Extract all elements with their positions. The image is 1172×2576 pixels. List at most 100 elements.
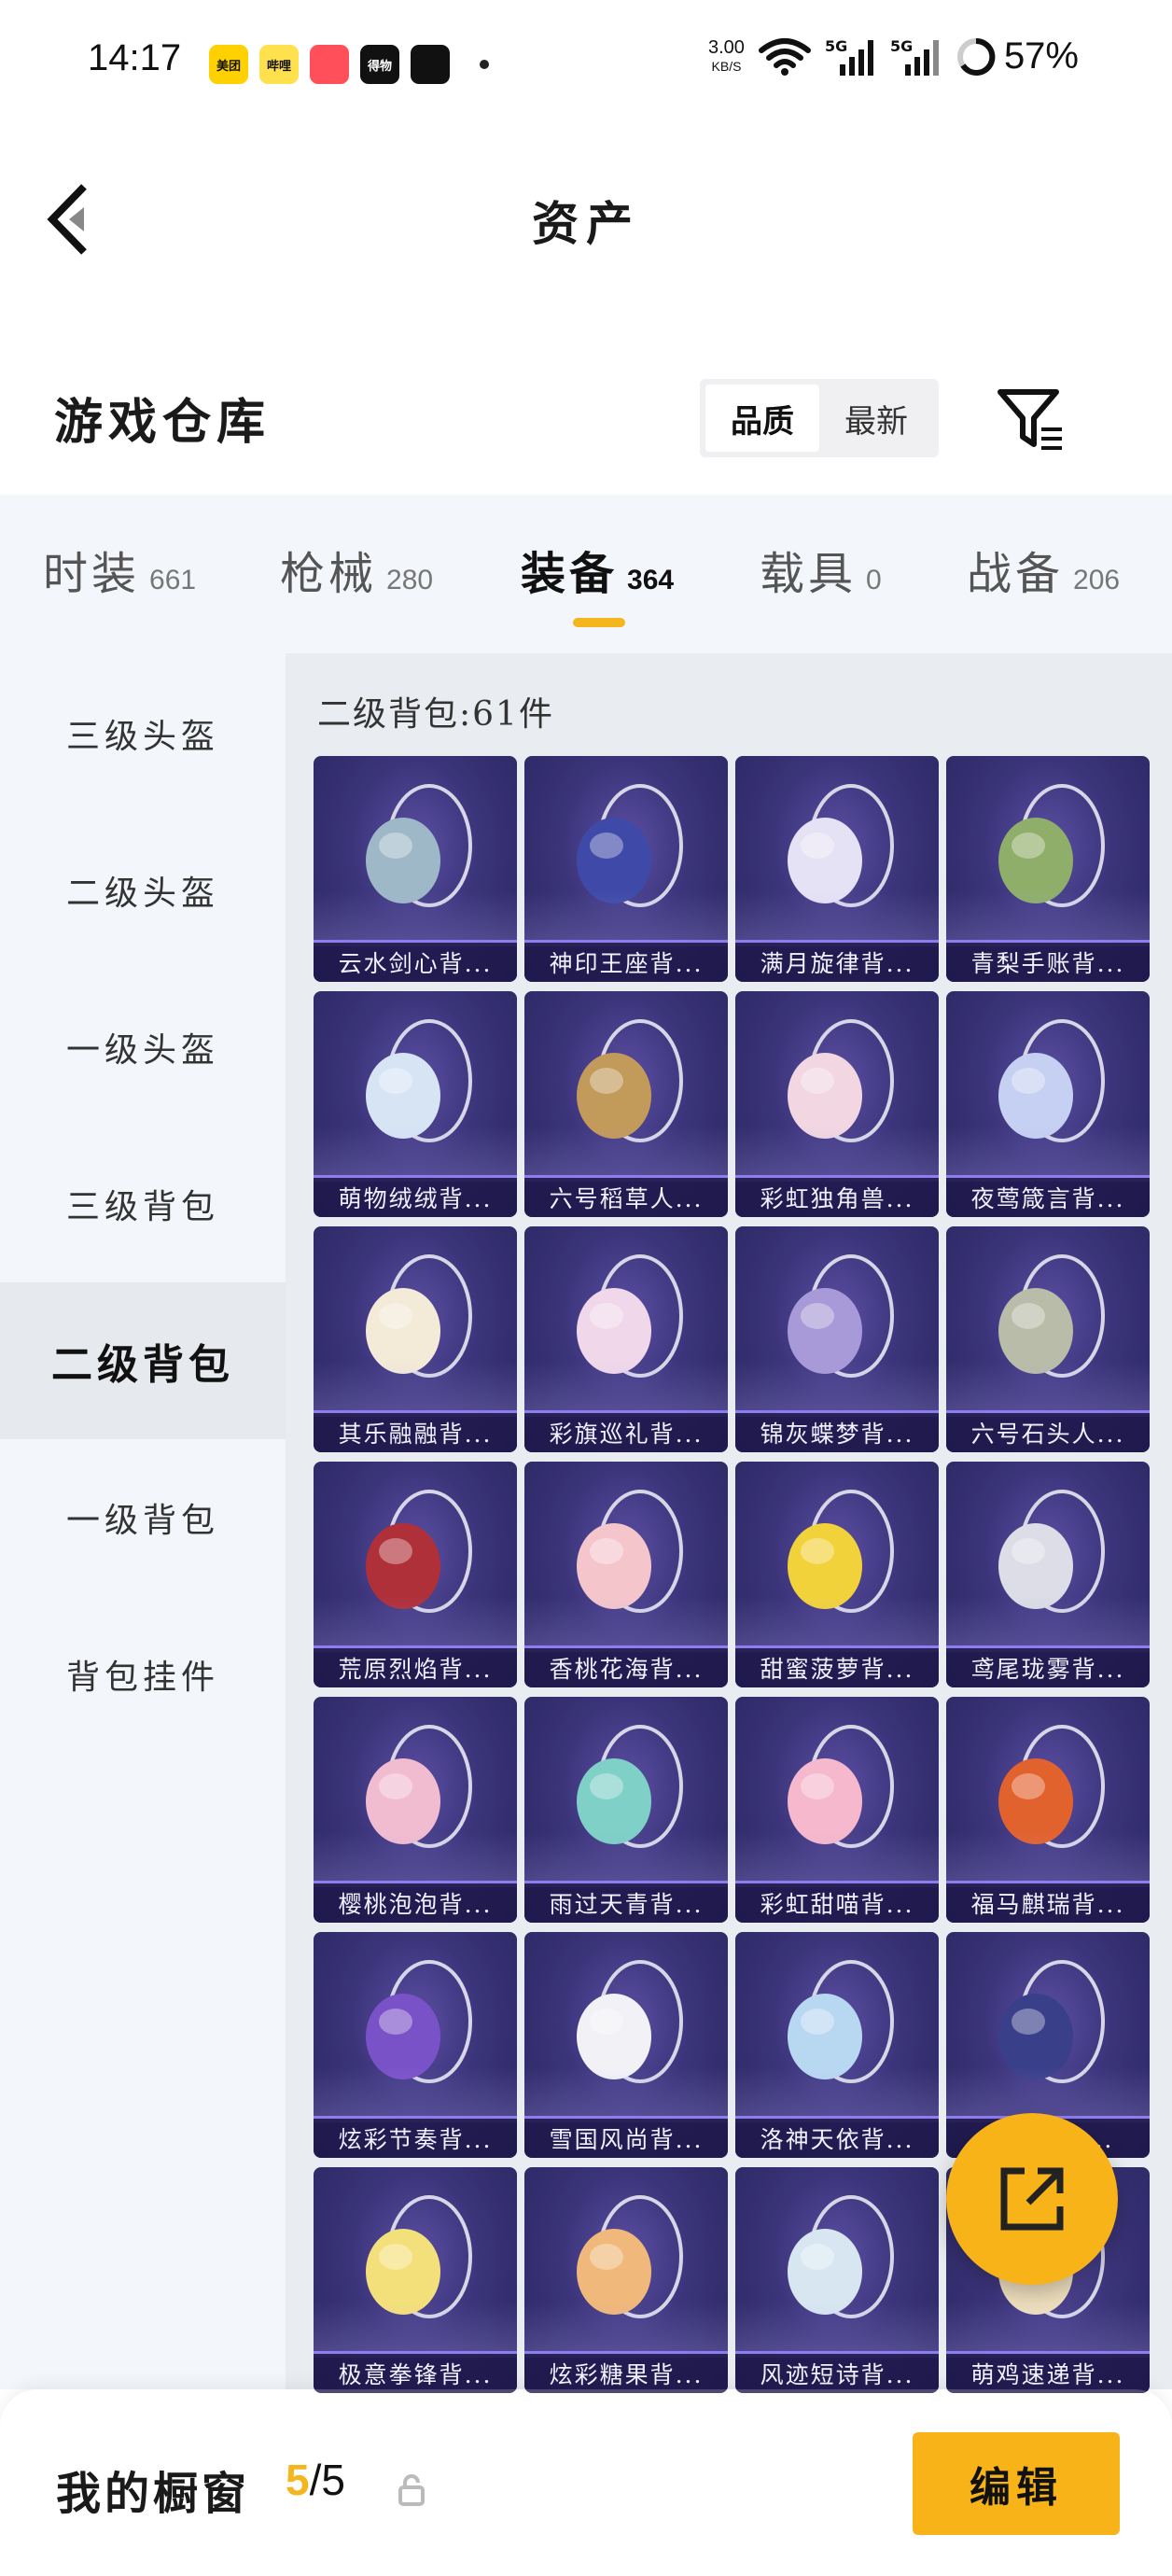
item-name: 雨过天青背...	[524, 1881, 728, 1923]
backpack-icon	[577, 784, 683, 907]
net-speed-value: 3.00	[708, 36, 745, 58]
backpack-item-card[interactable]: 香桃花海背...	[524, 1462, 728, 1687]
backpack-item-card[interactable]: 甜蜜菠萝背...	[735, 1462, 939, 1687]
showcase-current: 5	[286, 2456, 310, 2504]
item-name: 六号石头人...	[946, 1410, 1150, 1452]
item-name: 彩虹独角兽...	[735, 1175, 939, 1217]
sidebar-item-level2-backpack[interactable]: 二级背包	[0, 1282, 286, 1439]
backpack-item-card[interactable]: 神印王座背...	[524, 756, 728, 982]
tab-equipment[interactable]: 装备 364	[521, 537, 674, 602]
backpack-item-card[interactable]: 彩虹甜喵背...	[735, 1697, 939, 1923]
backpack-icon	[998, 1019, 1105, 1142]
showcase-total: 5	[321, 2456, 345, 2504]
backpack-item-card[interactable]: 满月旋律背...	[735, 756, 939, 982]
tab-count: 0	[866, 565, 882, 595]
backpack-item-card[interactable]: 六号稻草人...	[524, 991, 728, 1217]
tab-weapons[interactable]: 枪械 280	[280, 537, 433, 602]
status-bar: 14:17 美团 哔哩 得物 3.00 KB/S 5G 5G 57%	[0, 0, 1172, 131]
item-name: 青梨手账背...	[946, 940, 1150, 982]
sidebar-item-level2-helmet[interactable]: 二级头盔	[0, 812, 286, 969]
backpack-icon	[577, 1254, 683, 1378]
backpack-item-card[interactable]: 洛神天依背...	[735, 1932, 939, 2158]
backpack-item-card[interactable]: 风迹短诗背...	[735, 2167, 939, 2393]
signal-5g-icon: 5G	[890, 37, 939, 76]
backpack-item-card[interactable]: 极意拳锋背...	[314, 2167, 517, 2393]
item-name: 鸢尾珑雾背...	[946, 1645, 1150, 1687]
tab-label: 时装	[43, 548, 141, 600]
item-name: 夜莺箴言背...	[946, 1175, 1150, 1217]
sidebar-item-level3-helmet[interactable]: 三级头盔	[0, 655, 286, 812]
item-name: 萌鸡速递背...	[946, 2351, 1150, 2393]
backpack-item-card[interactable]: 雨过天青背...	[524, 1697, 728, 1923]
battery-ring-icon	[956, 37, 996, 76]
battery-percent: 57%	[1003, 35, 1079, 77]
backpack-item-card[interactable]: 夜莺箴言背...	[946, 991, 1150, 1217]
tiktok-icon	[411, 45, 450, 84]
showcase-bar: 我的橱窗 5/5 编辑	[0, 2389, 1172, 2576]
tab-count: 280	[386, 565, 434, 595]
backpack-item-card[interactable]: 樱桃泡泡背...	[314, 1697, 517, 1923]
item-name: 甜蜜菠萝背...	[735, 1645, 939, 1687]
svg-text:5G: 5G	[890, 37, 913, 55]
backpack-icon	[788, 1960, 894, 2083]
status-indicators: 3.00 KB/S 5G 5G 57%	[708, 35, 1079, 77]
tab-vehicles[interactable]: 载具 0	[760, 537, 882, 602]
item-name: 彩旗巡礼背...	[524, 1410, 728, 1452]
backpack-item-card[interactable]: 炫彩节奏背...	[314, 1932, 517, 2158]
backpack-item-card[interactable]: 彩虹独角兽...	[735, 991, 939, 1217]
backpack-item-card[interactable]: 六号石头人...	[946, 1226, 1150, 1452]
net-speed: 3.00 KB/S	[708, 38, 745, 76]
backpack-icon	[788, 1725, 894, 1848]
backpack-icon	[788, 1019, 894, 1142]
item-name: 福马麒瑞背...	[946, 1881, 1150, 1923]
item-name: 锦灰蝶梦背...	[735, 1410, 939, 1452]
backpack-item-card[interactable]: 彩旗巡礼背...	[524, 1226, 728, 1452]
showcase-count: 5/5	[286, 2455, 345, 2505]
backpack-item-card[interactable]: 鸢尾珑雾背...	[946, 1462, 1150, 1687]
tab-label: 战备	[967, 548, 1065, 600]
backpack-item-card[interactable]: 其乐融融背...	[314, 1226, 517, 1452]
sidebar-item-level3-backpack[interactable]: 三级背包	[0, 1126, 286, 1282]
dewu-icon: 得物	[360, 45, 399, 84]
backpack-item-card[interactable]: 青梨手账背...	[946, 756, 1150, 982]
sidebar-item-level1-backpack[interactable]: 一级背包	[0, 1439, 286, 1596]
backpack-icon	[577, 1019, 683, 1142]
backpack-item-card[interactable]: 萌物绒绒背...	[314, 991, 517, 1217]
item-name: 其乐融融背...	[314, 1410, 517, 1452]
backpack-item-card[interactable]: 雪国风尚背...	[524, 1932, 728, 2158]
tab-gear[interactable]: 战备 206	[967, 537, 1120, 602]
edit-button[interactable]: 编辑	[913, 2432, 1120, 2535]
item-name: 洛神天依背...	[735, 2116, 939, 2158]
filter-button[interactable]	[993, 383, 1067, 457]
sort-newest-button[interactable]: 最新	[819, 385, 933, 452]
wifi-icon	[758, 37, 811, 76]
item-count-heading: 二级背包:61件	[317, 695, 554, 734]
tab-fashion[interactable]: 时装 661	[43, 537, 196, 602]
item-name: 风迹短诗背...	[735, 2351, 939, 2393]
backpack-item-card[interactable]: 云水剑心背...	[314, 756, 517, 982]
item-name: 极意拳锋背...	[314, 2351, 517, 2393]
showcase-label: 我的橱窗	[56, 2468, 251, 2520]
backpack-icon	[788, 2195, 894, 2318]
sidebar-item-backpack-charm[interactable]: 背包挂件	[0, 1596, 286, 1753]
item-name: 炫彩节奏背...	[314, 2116, 517, 2158]
item-name: 香桃花海背...	[524, 1645, 728, 1687]
backpack-icon	[366, 1725, 472, 1848]
item-name: 满月旋律背...	[735, 940, 939, 982]
section-title: 游戏仓库	[54, 394, 272, 451]
backpack-icon	[366, 2195, 472, 2318]
meituan-icon: 美团	[209, 45, 248, 84]
share-fab[interactable]	[946, 2113, 1118, 2285]
net-speed-unit: KB/S	[711, 58, 742, 74]
sidebar-item-level1-helmet[interactable]: 一级头盔	[0, 969, 286, 1126]
backpack-item-card[interactable]: 炫彩糖果背...	[524, 2167, 728, 2393]
backpack-item-card[interactable]: 锦灰蝶梦背...	[735, 1226, 939, 1452]
item-name: 神印王座背...	[524, 940, 728, 982]
subcategory-sidebar: 三级头盔 二级头盔 一级头盔 三级背包 二级背包 一级背包 背包挂件	[0, 653, 286, 2389]
share-external-icon	[1000, 2167, 1064, 2231]
status-app-icons: 美团 哔哩 得物	[209, 45, 489, 84]
backpack-item-card[interactable]: 福马麒瑞背...	[946, 1697, 1150, 1923]
sort-quality-button[interactable]: 品质	[705, 385, 819, 452]
backpack-item-card[interactable]: 荒原烈焰背...	[314, 1462, 517, 1687]
page-title: 资产	[532, 196, 640, 251]
